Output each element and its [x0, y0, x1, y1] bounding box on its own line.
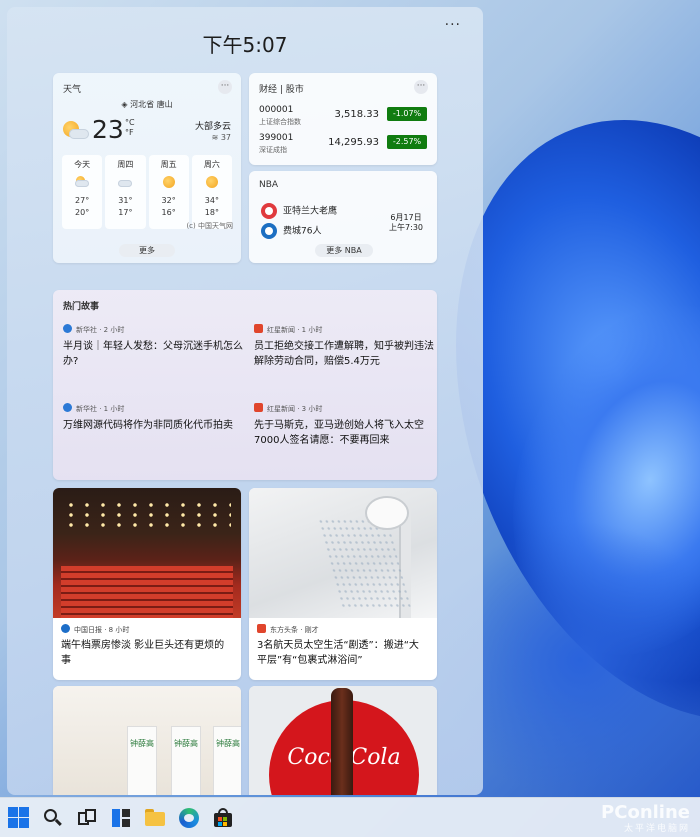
nba-widget[interactable]: NBA 亚特兰大老鹰 费城76人 6月17日 上午7:30 更多 NBA: [249, 171, 437, 263]
team-row[interactable]: 费城76人: [261, 223, 321, 239]
widgets-panel: 下午5:07 ··· 天气 ··· ◈ 河北省 唐山 23 °C °F 大部多云…: [7, 7, 483, 795]
cinema-image: [53, 488, 241, 618]
finance-title: 财经 | 股市: [259, 85, 304, 95]
weather-widget[interactable]: 天气 ··· ◈ 河北省 唐山 23 °C °F 大部多云 ≋ 37 今天 27…: [53, 73, 241, 263]
forecast-day[interactable]: 周五 32° 16°: [148, 155, 189, 229]
weather-title: 天气: [63, 85, 82, 95]
partly-cloudy-icon: [75, 176, 90, 188]
humidity-icon: ≋: [211, 133, 221, 142]
forecast-day[interactable]: 周四 31° 17°: [105, 155, 146, 229]
nba-title: NBA: [259, 180, 279, 190]
news-card-cinema[interactable]: 中国日报 · 8 小时 端午档票房惨淡 影业巨头还有更烦的事: [53, 488, 241, 680]
weather-credit: (c) 中国天气网: [186, 222, 233, 230]
search-icon[interactable]: [42, 807, 64, 829]
forecast-day[interactable]: 今天 27° 20°: [62, 155, 103, 229]
task-view-icon[interactable]: [76, 807, 98, 829]
story-item[interactable]: 新华社 · 2 小时 半月谈｜年轻人发愁：父母沉迷手机怎么办?: [63, 324, 243, 369]
stock-row[interactable]: 000001 上证综合指数 3,518.33 -1.07%: [259, 105, 427, 129]
stock-row[interactable]: 399001 深证成指 14,295.93 -2.57%: [259, 133, 427, 157]
hawks-logo-icon: [261, 203, 277, 219]
sun-icon: [205, 176, 219, 188]
xinhua-icon: [63, 403, 72, 412]
humidity: ≋ 37: [211, 133, 231, 142]
panel-header: 下午5:07 ···: [7, 7, 483, 67]
sixers-logo-icon: [261, 223, 277, 239]
xinhua-icon: [63, 324, 72, 333]
hot-stories-widget: 热门故事 新华社 · 2 小时 半月谈｜年轻人发愁：父母沉迷手机怎么办? 红星新…: [53, 290, 437, 480]
forecast: 今天 27° 20° 周四 31° 17° 周五 32° 16° 周六 34°: [62, 155, 232, 229]
finance-widget[interactable]: 财经 | 股市 ··· 000001 上证综合指数 3,518.33 -1.07…: [249, 73, 437, 165]
partly-cloudy-icon: [61, 119, 89, 141]
hongxing-icon: [254, 324, 263, 333]
weather-more-link[interactable]: 更多: [119, 244, 175, 257]
edge-browser-icon[interactable]: [178, 807, 200, 829]
product-bags-image: 钟薛高 钟薛高 钟薛高: [53, 686, 241, 795]
start-windows-icon[interactable]: [8, 807, 30, 829]
change-badge: -2.57%: [387, 135, 427, 149]
shower-image: [249, 488, 437, 618]
panel-more-button[interactable]: ···: [445, 17, 461, 33]
unit-celsius[interactable]: °C: [125, 118, 135, 128]
store-icon[interactable]: [212, 807, 234, 829]
chinadaily-icon: [61, 624, 70, 633]
game-time: 6月17日 上午7:30: [389, 213, 423, 232]
pconline-watermark: PConline 太平洋电脑网: [601, 802, 690, 834]
news-card-coke[interactable]: Coca-Cola: [249, 686, 437, 795]
news-card-shower[interactable]: 东方头条 · 刚才 3名航天员太空生活“剧透”：搬进“大平层”有“包裹式淋浴间”: [249, 488, 437, 680]
clock: 下午5:07: [202, 33, 288, 57]
current-temp: 23: [92, 115, 124, 144]
taskbar: PConline 太平洋电脑网: [0, 797, 700, 837]
change-badge: -1.07%: [387, 107, 427, 121]
location-pin-icon: ◈: [121, 100, 131, 109]
cloud-icon: [118, 176, 133, 188]
weather-more-button[interactable]: ···: [218, 80, 232, 94]
sun-icon: [162, 176, 176, 188]
dongfang-icon: [257, 624, 266, 633]
finance-more-button[interactable]: ···: [414, 80, 428, 94]
weather-location[interactable]: ◈ 河北省 唐山: [53, 99, 241, 110]
story-item[interactable]: 新华社 · 1 小时 万维网源代码将作为非同质化代币拍卖: [63, 403, 243, 433]
widgets-icon[interactable]: [110, 807, 132, 829]
forecast-day[interactable]: 周六 34° 18°: [191, 155, 232, 229]
news-card-rice[interactable]: 钟薛高 钟薛高 钟薛高: [53, 686, 241, 795]
weather-footer: (c) 中国天气网 更多: [53, 222, 241, 257]
nba-more-link[interactable]: 更多 NBA: [315, 244, 373, 257]
unit-fahrenheit[interactable]: °F: [125, 128, 135, 138]
weather-condition: 大部多云: [194, 122, 231, 132]
story-item[interactable]: 红星新闻 · 3 小时 先于马斯克，亚马逊创始人将飞入太空 7000人签名请愿：…: [254, 403, 434, 448]
hot-stories-title: 热门故事: [63, 302, 100, 312]
coke-image: Coca-Cola: [249, 686, 437, 795]
file-explorer-icon[interactable]: [144, 807, 166, 829]
story-item[interactable]: 红星新闻 · 1 小时 员工拒绝交接工作遭解聘，知乎被判违法解除劳动合同，赔偿5…: [254, 324, 434, 369]
team-row[interactable]: 亚特兰大老鹰: [261, 203, 337, 219]
hongxing-icon: [254, 403, 263, 412]
temp-unit-toggle[interactable]: °C °F: [125, 118, 135, 138]
